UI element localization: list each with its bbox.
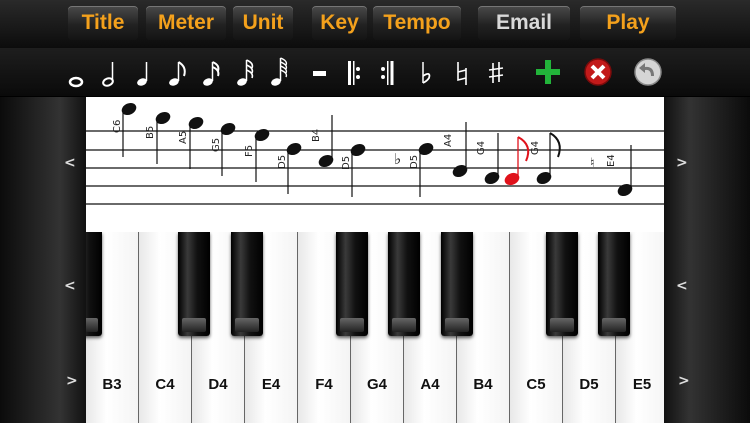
note-label: D5 — [409, 155, 420, 169]
repeat-end-icon[interactable] — [370, 52, 406, 92]
quarter-note-icon[interactable] — [126, 52, 162, 92]
music-staff[interactable]: ♭ ♮ C6 B5 A5 G5 F5 D5 B4 D5 D5 A4 G4 G4 — [86, 97, 664, 232]
undo-icon[interactable] — [630, 52, 666, 92]
unit-button[interactable]: Unit — [233, 6, 293, 40]
piano-black-key[interactable] — [336, 232, 368, 336]
whole-note-icon[interactable] — [58, 52, 94, 92]
key-label: D4 — [208, 376, 228, 393]
keyboard-scroll-right-button[interactable]: > — [678, 373, 690, 389]
note-label: C6 — [112, 120, 123, 133]
title-button[interactable]: Title — [68, 6, 138, 40]
key-label: B4 — [473, 376, 493, 393]
staff-scroll-left-button[interactable]: < — [64, 155, 76, 171]
note-label: B5 — [145, 126, 156, 139]
staff-scroll-right-button[interactable]: > — [676, 155, 688, 171]
key-label: E4 — [261, 376, 281, 393]
natural-icon[interactable] — [444, 52, 480, 92]
note-label: G5 — [211, 138, 222, 152]
keyboard-octave-up-button[interactable]: > — [66, 373, 78, 389]
key-label: C4 — [155, 376, 175, 393]
note-label: E4 — [606, 154, 617, 167]
note-label: A4 — [443, 134, 454, 147]
eighth-note-icon[interactable] — [160, 52, 196, 92]
half-note-icon[interactable] — [92, 52, 128, 92]
selected-note — [504, 136, 530, 186]
rest-icon[interactable] — [302, 52, 338, 92]
note-label: D5 — [341, 156, 352, 170]
piano-black-key[interactable] — [598, 232, 630, 336]
key-label: B3 — [102, 376, 122, 393]
piano-keyboard: B3 C4 D4 E4 F4 G4 A4 B4 C5 D5 E5 — [86, 232, 664, 423]
email-button[interactable]: Email — [478, 6, 570, 40]
key-label: D5 — [579, 376, 599, 393]
piano-black-key[interactable] — [546, 232, 578, 336]
add-icon[interactable] — [530, 52, 566, 92]
piano-black-key[interactable] — [86, 232, 102, 336]
piano-black-key[interactable] — [231, 232, 263, 336]
note-label: D5 — [277, 155, 288, 169]
note-toolbar — [0, 48, 750, 96]
keyboard-octave-down-button[interactable]: < — [676, 278, 688, 294]
sixteenth-note-icon[interactable] — [194, 52, 230, 92]
flat-icon[interactable] — [408, 52, 444, 92]
key-label: G4 — [366, 376, 387, 393]
svg-text:♭: ♭ — [394, 150, 401, 168]
keyboard-scroll-left-button[interactable]: < — [64, 278, 76, 294]
repeat-start-icon[interactable] — [336, 52, 372, 92]
key-label: C5 — [526, 376, 546, 393]
delete-icon[interactable] — [580, 52, 616, 92]
key-label: F4 — [315, 376, 333, 393]
key-label: E5 — [632, 376, 652, 393]
sixty-fourth-note-icon[interactable] — [262, 52, 298, 92]
svg-text:♮: ♮ — [590, 156, 595, 171]
key-label: A4 — [420, 376, 440, 393]
right-side-panel — [664, 97, 750, 423]
play-button[interactable]: Play — [580, 6, 676, 40]
note-label: F5 — [244, 145, 255, 157]
note-label: G4 — [530, 141, 541, 155]
sharp-icon[interactable] — [478, 52, 514, 92]
note-label: A5 — [178, 131, 189, 144]
note-label: G4 — [476, 141, 487, 155]
staff-notation: ♭ ♮ C6 B5 A5 G5 F5 D5 B4 D5 D5 A4 G4 G4 — [86, 102, 664, 205]
top-menu-bar: Title Meter Unit Key Tempo Email Play — [0, 0, 750, 48]
key-button[interactable]: Key — [312, 6, 367, 40]
note-label: B4 — [311, 129, 322, 142]
piano-black-key[interactable] — [388, 232, 420, 336]
piano-black-key[interactable] — [441, 232, 473, 336]
piano-black-key[interactable] — [178, 232, 210, 336]
meter-button[interactable]: Meter — [146, 6, 226, 40]
tempo-button[interactable]: Tempo — [373, 6, 461, 40]
thirty-second-note-icon[interactable] — [228, 52, 264, 92]
